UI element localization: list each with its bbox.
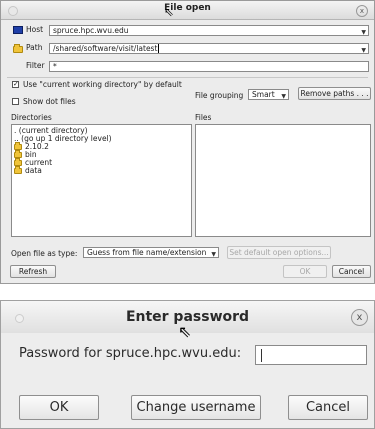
password-ok-button[interactable]: OK — [19, 395, 99, 420]
password-window: Enter password x Password for spruce.hpc… — [0, 300, 375, 429]
file-open-titlebar[interactable]: File open x — [1, 1, 374, 20]
host-icon — [13, 26, 23, 34]
file-grouping-label: File grouping — [195, 91, 244, 100]
file-open-window: File open x Host spruce.hpc.wvu.edu ▼ Pa… — [0, 0, 375, 284]
file-grouping-select[interactable]: Smart ▼ — [248, 89, 289, 100]
file-open-title: File open — [164, 3, 211, 13]
open-as-type-label: Open file as type: — [11, 249, 78, 258]
filter-input[interactable]: * — [49, 61, 369, 72]
filter-label: Filter — [26, 61, 45, 70]
password-close-icon[interactable]: x — [351, 309, 368, 326]
file-grouping-value: Smart — [252, 90, 275, 99]
host-combobox[interactable]: spruce.hpc.wvu.edu ▼ — [49, 25, 369, 36]
open-as-type-select[interactable]: Guess from file name/extension ▼ — [83, 247, 219, 258]
files-list[interactable] — [195, 124, 371, 237]
path-dropdown-icon[interactable]: ▼ — [361, 46, 366, 53]
list-item[interactable]: data — [12, 166, 191, 175]
folder-icon — [14, 166, 22, 174]
show-dot-files-label: Show dot files — [23, 97, 76, 106]
cancel-button[interactable]: Cancel — [332, 265, 371, 278]
list-item[interactable]: 2.10.2 — [12, 142, 191, 151]
password-prompt-label: Password for spruce.hpc.wvu.edu: — [19, 346, 242, 361]
directories-label: Directories — [11, 113, 52, 122]
password-cancel-button[interactable]: Cancel — [288, 395, 368, 420]
path-label: Path — [26, 43, 43, 52]
files-label: Files — [195, 113, 212, 122]
filter-value: * — [53, 62, 57, 71]
set-default-open-options-button[interactable]: Set default open options... — [227, 246, 331, 259]
show-dot-files-checkbox[interactable] — [12, 98, 19, 105]
separator — [7, 77, 368, 78]
open-as-type-dropdown-icon[interactable]: ▼ — [211, 250, 216, 257]
directories-list[interactable]: . (current directory) .. (go up 1 direct… — [11, 124, 192, 237]
path-value: /shared/software/visit/latest — [53, 44, 158, 53]
use-cwd-checkbox[interactable]: ✓ — [12, 81, 19, 88]
use-cwd-label: Use "current working directory" by defau… — [23, 80, 182, 89]
change-username-button[interactable]: Change username — [131, 395, 261, 420]
path-folder-icon — [13, 44, 23, 53]
text-caret — [261, 349, 262, 362]
ok-button[interactable]: OK — [283, 265, 327, 278]
path-combobox[interactable]: /shared/software/visit/latest ▼ — [49, 43, 369, 54]
mouse-pointer-icon: ⇖ — [164, 5, 175, 19]
refresh-button[interactable]: Refresh — [10, 265, 56, 278]
file-open-close-icon[interactable]: x — [356, 5, 368, 17]
host-dropdown-icon[interactable]: ▼ — [361, 28, 366, 35]
password-input[interactable] — [255, 345, 367, 365]
host-value: spruce.hpc.wvu.edu — [53, 26, 129, 35]
host-label: Host — [26, 25, 44, 34]
mouse-pointer-icon: ⇖ — [178, 322, 192, 341]
remove-paths-button[interactable]: Remove paths . . . — [298, 87, 371, 100]
file-grouping-dropdown-icon[interactable]: ▼ — [281, 92, 286, 99]
open-as-type-value: Guess from file name/extension — [87, 248, 207, 257]
